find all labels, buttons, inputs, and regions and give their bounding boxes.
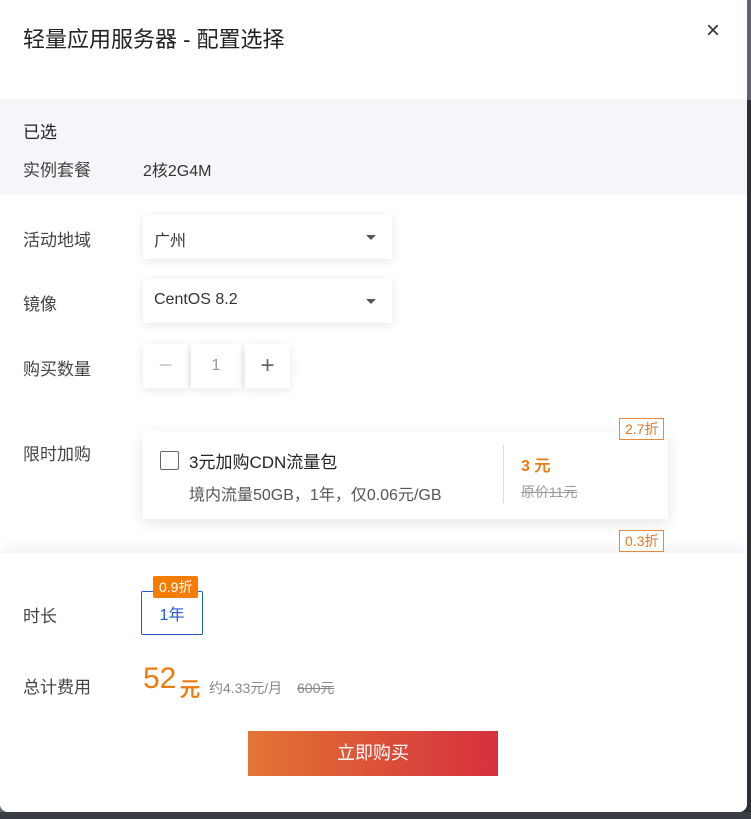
dialog-title: 轻量应用服务器 - 配置选择	[23, 27, 285, 52]
close-icon[interactable]: ×	[702, 18, 724, 44]
caret-down-icon	[366, 235, 376, 240]
quantity-input[interactable]: 1	[191, 344, 241, 388]
region-select[interactable]: 广州	[143, 215, 392, 259]
package-label: 实例套餐	[23, 161, 91, 180]
plus-button[interactable]: +	[245, 344, 290, 388]
promo-original-price: 原价11元	[521, 484, 578, 500]
image-label: 镜像	[23, 295, 57, 314]
minus-button[interactable]: −	[143, 344, 188, 388]
buy-now-button[interactable]: 立即购买	[248, 731, 498, 776]
image-select[interactable]: CentOS 8.2	[143, 279, 392, 323]
promo-description: 境内流量50GB，1年，仅0.06元/GB	[189, 487, 442, 504]
config-dialog: 轻量应用服务器 - 配置选择 × 已选 实例套餐 2核2G4M 活动地域 广州 …	[0, 0, 747, 812]
selected-heading: 已选	[23, 123, 57, 142]
duration-option-label: 1年	[159, 607, 185, 624]
total-unit: 元	[180, 679, 200, 701]
promo-card[interactable]: 3元加购CDN流量包 境内流量50GB，1年，仅0.06元/GB 3 元 原价1…	[143, 431, 668, 519]
duration-label: 时长	[23, 607, 57, 626]
divider	[503, 445, 504, 503]
region-value: 广州	[154, 233, 187, 250]
total-original-price: 600元	[297, 680, 335, 696]
promo-checkbox[interactable]	[160, 451, 179, 470]
promo-title: 3元加购CDN流量包	[189, 453, 338, 472]
total-label: 总计费用	[23, 678, 91, 697]
package-value: 2核2G4M	[143, 163, 212, 180]
discount-tag: 2.7折	[619, 418, 665, 440]
region-label: 活动地域	[23, 231, 91, 250]
next-discount-tag: 0.3折	[619, 530, 665, 552]
total-amount: 52	[143, 662, 177, 695]
promo-label: 限时加购	[23, 445, 91, 464]
quantity-label: 购买数量	[23, 360, 91, 379]
promo-price: 3 元	[521, 458, 551, 475]
total-monthly: 约4.33元/月	[209, 680, 283, 696]
page-backdrop-bottom	[0, 812, 751, 819]
caret-down-icon	[366, 299, 376, 304]
selected-summary-panel	[0, 99, 747, 194]
duration-discount-badge: 0.9折	[153, 576, 199, 598]
image-value: CentOS 8.2	[154, 291, 238, 308]
